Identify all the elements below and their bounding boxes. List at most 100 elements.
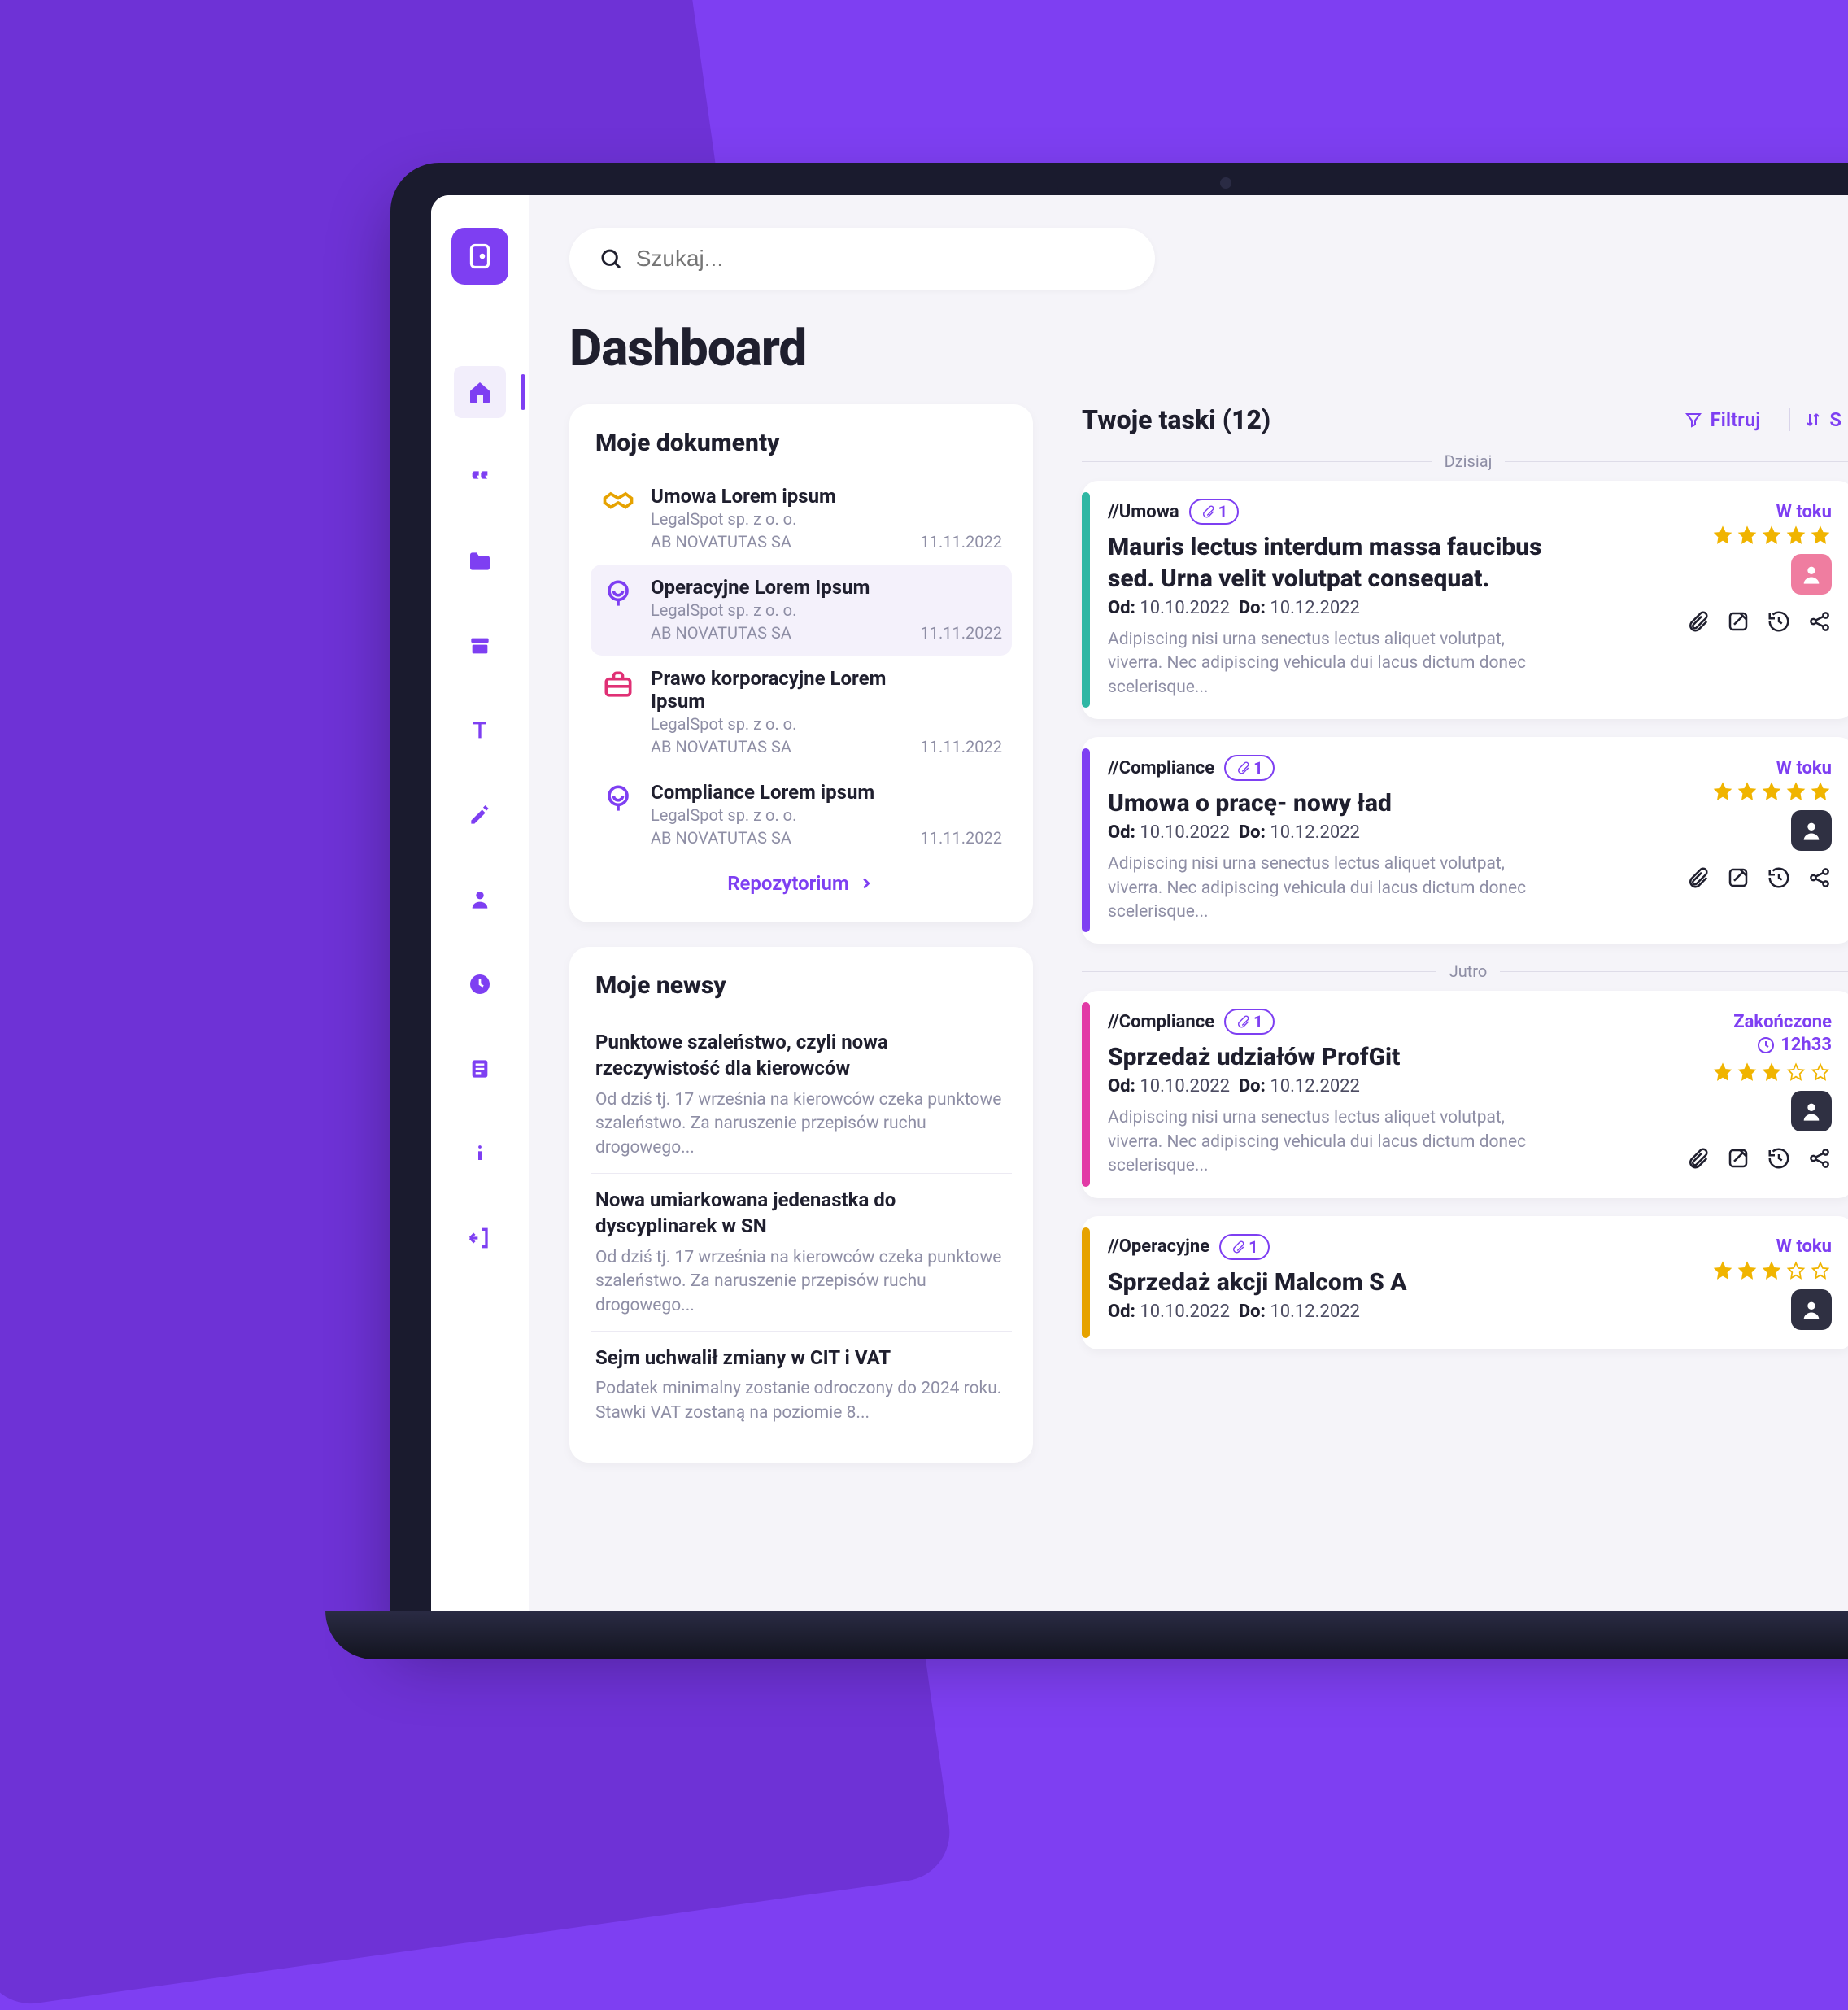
star-icon [1785, 781, 1807, 804]
star-icon [1809, 781, 1832, 804]
news-item-body: Podatek minimalny zostanie odroczony do … [595, 1377, 1007, 1425]
nav-user[interactable] [454, 874, 506, 926]
repository-link[interactable]: Repozytorium [591, 861, 1012, 898]
news-item[interactable]: Punktowe szaleństwo, czyli nowa rzeczywi… [591, 1016, 1012, 1173]
star-icon [1760, 781, 1783, 804]
user-icon [467, 887, 493, 913]
star-icon [1760, 1260, 1783, 1283]
star-icon [1736, 525, 1759, 547]
nav-quote[interactable] [454, 451, 506, 503]
task-desc: Adipiscing nisi urna senectus lectus ali… [1108, 852, 1531, 924]
sort-label: S [1829, 408, 1841, 431]
filter-button[interactable]: Filtruj [1671, 408, 1773, 431]
task-card[interactable]: //Umowa1W tokuMauris lectus interdum mas… [1082, 481, 1848, 719]
document-title: Prawo korporacyjne Lorem Ipsum [651, 667, 906, 713]
nav-text[interactable] [454, 704, 506, 756]
nav-archive[interactable] [454, 620, 506, 672]
document-org: LegalSpot sp. z o. o. [651, 713, 906, 735]
star-icon [1711, 781, 1734, 804]
briefcase-icon [600, 667, 636, 703]
document-date: 11.11.2022 [921, 737, 1002, 756]
logout-icon [467, 1225, 493, 1251]
star-icon [1711, 525, 1734, 547]
task-group-divider: Dzisiaj [1082, 451, 1848, 471]
task-status: W toku [1776, 1236, 1832, 1257]
task-title: Sprzedaż udziałów ProfGit [1108, 1041, 1531, 1073]
task-desc: Adipiscing nisi urna senectus lectus ali… [1108, 1106, 1531, 1178]
document-org2: AB NOVATUTAS SA [651, 735, 906, 758]
attachment-chip[interactable]: 1 [1224, 755, 1274, 781]
nav-clock[interactable] [454, 958, 506, 1010]
laptop-frame: Dashboard Moje dokumenty Umowa Lorem ips… [390, 163, 1848, 1627]
laptop-base [325, 1611, 1848, 1659]
history-icon[interactable] [1767, 865, 1791, 890]
share-icon[interactable] [1807, 865, 1832, 890]
search-bar[interactable] [569, 228, 1155, 290]
attachment-icon[interactable] [1685, 609, 1710, 634]
task-card[interactable]: //Compliance1W tokuUmowa o pracę- nowy ł… [1082, 737, 1848, 944]
nav-logout[interactable] [454, 1212, 506, 1264]
task-desc: Adipiscing nisi urna senectus lectus ali… [1108, 628, 1531, 700]
attachment-chip[interactable]: 1 [1219, 1234, 1269, 1260]
news-item-body: Od dziś tj. 17 września na kierowców cze… [595, 1246, 1007, 1318]
head-icon [600, 576, 636, 612]
document-org2: AB NOVATUTAS SA [651, 530, 906, 553]
note-icon[interactable] [1726, 1146, 1750, 1171]
assignee-avatar[interactable] [1791, 1289, 1832, 1330]
clock-icon [1756, 1036, 1776, 1055]
star-icon [1711, 1062, 1734, 1084]
nav-info[interactable] [454, 1127, 506, 1179]
star-icon [1809, 1260, 1832, 1283]
task-actions [1685, 609, 1832, 634]
folder-icon [467, 548, 493, 574]
task-status: W toku [1776, 502, 1832, 522]
document-title: Compliance Lorem ipsum [651, 781, 906, 804]
task-card[interactable]: //Compliance1ZakończoneSprzedaż udziałów… [1082, 991, 1848, 1197]
documents-title: Moje dokumenty [591, 429, 1012, 457]
task-category: //Compliance [1108, 1012, 1214, 1032]
nav-folder[interactable] [454, 535, 506, 587]
attachment-icon[interactable] [1685, 865, 1710, 890]
document-row[interactable]: Umowa Lorem ipsumLegalSpot sp. z o. o.AB… [591, 473, 1012, 565]
star-icon [1809, 1062, 1832, 1084]
star-icon [1736, 781, 1759, 804]
assignee-avatar[interactable] [1791, 1091, 1832, 1131]
task-timer: 12h33 [1756, 1035, 1832, 1055]
filter-icon [1684, 410, 1703, 429]
task-dates: Od: 10.10.2022 Do: 10.12.2022 [1108, 598, 1563, 618]
star-icon [1809, 525, 1832, 547]
tasks-title: Twoje taski (12) [1082, 404, 1270, 435]
history-icon[interactable] [1767, 609, 1791, 634]
task-category: //Umowa [1108, 502, 1179, 522]
edit-icon [467, 802, 493, 828]
attachment-chip[interactable]: 1 [1189, 499, 1239, 525]
task-card[interactable]: //Operacyjne 1 W toku Sprzedaż akcji Malcom… [1082, 1216, 1848, 1349]
assignee-avatar[interactable] [1791, 554, 1832, 595]
nav-edit[interactable] [454, 789, 506, 841]
assignee-avatar[interactable] [1791, 810, 1832, 851]
news-item[interactable]: Sejm uchwalił zmiany w CIT i VATPodatek … [591, 1331, 1012, 1438]
nav-list[interactable] [454, 1043, 506, 1095]
tasks-panel: Twoje taski (12) Filtruj S [1082, 404, 1848, 1367]
attachment-chip[interactable]: 1 [1224, 1009, 1274, 1035]
task-title: Sprzedaż akcji Malcom S A [1108, 1267, 1407, 1298]
task-dates: Od: 10.10.2022 Do: 10.12.2022 [1108, 1301, 1407, 1322]
share-icon[interactable] [1807, 609, 1832, 634]
attachment-icon[interactable] [1685, 1146, 1710, 1171]
note-icon[interactable] [1726, 609, 1750, 634]
document-row[interactable]: Compliance Lorem ipsumLegalSpot sp. z o.… [591, 770, 1012, 861]
history-icon[interactable] [1767, 1146, 1791, 1171]
search-input[interactable] [636, 246, 1126, 272]
share-icon[interactable] [1807, 1146, 1832, 1171]
sort-icon [1803, 410, 1823, 429]
note-icon[interactable] [1726, 865, 1750, 890]
document-row[interactable]: Operacyjne Lorem IpsumLegalSpot sp. z o.… [591, 565, 1012, 656]
nav-home[interactable] [454, 366, 506, 418]
sort-button[interactable]: S [1789, 408, 1848, 431]
list-icon [467, 1056, 493, 1082]
task-category: //Operacyjne [1108, 1236, 1209, 1257]
document-row[interactable]: Prawo korporacyjne Lorem IpsumLegalSpot … [591, 656, 1012, 770]
app-logo [451, 228, 508, 285]
news-item[interactable]: Nowa umiarkowana jedenastka do dyscyplin… [591, 1173, 1012, 1331]
document-org2: AB NOVATUTAS SA [651, 826, 906, 849]
